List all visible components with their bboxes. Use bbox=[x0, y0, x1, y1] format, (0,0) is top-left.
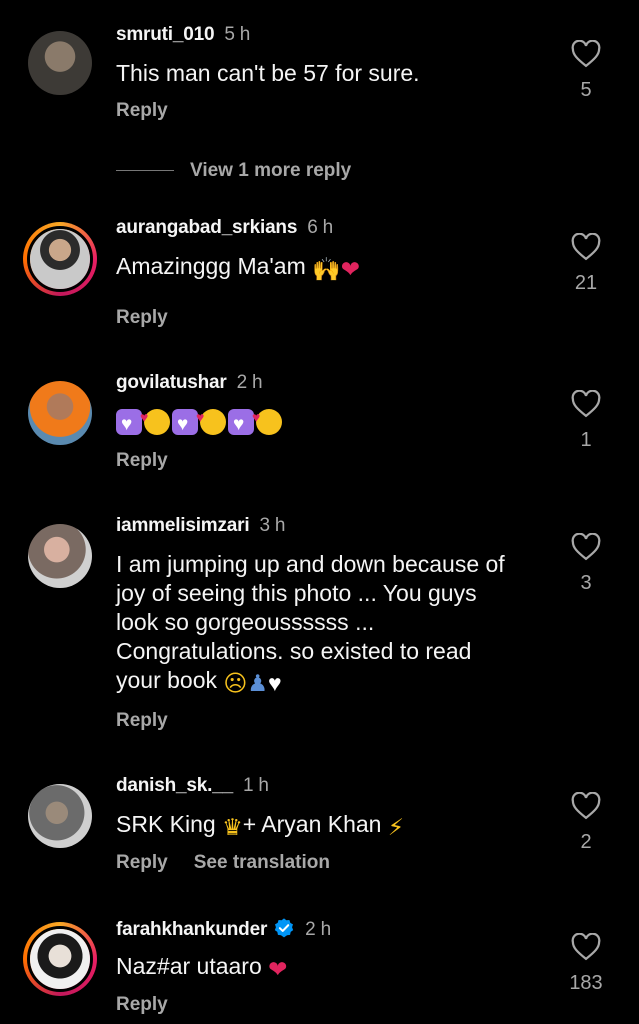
like-control[interactable]: 2 bbox=[562, 791, 610, 854]
like-control[interactable]: 183 bbox=[562, 932, 610, 995]
crown-icon: ♛ bbox=[222, 814, 243, 840]
timestamp: 2 h bbox=[236, 372, 263, 393]
like-count: 2 bbox=[580, 831, 592, 853]
reply-button[interactable]: Reply bbox=[116, 994, 168, 1015]
comment-actions: Reply bbox=[116, 994, 194, 1016]
like-count: 1 bbox=[580, 429, 592, 451]
username[interactable]: farahkhankunder bbox=[116, 919, 267, 940]
like-control[interactable]: 21 bbox=[562, 232, 610, 295]
timestamp: 3 h bbox=[259, 515, 286, 536]
timestamp: 6 h bbox=[307, 217, 334, 238]
red-heart-icon: ❤ bbox=[268, 956, 288, 982]
reply-button[interactable]: Reply bbox=[116, 307, 168, 328]
comment-text: This man can't be 57 for sure. bbox=[116, 60, 420, 86]
timestamp: 1 h bbox=[242, 775, 269, 796]
smiling-face-with-hearts-icon bbox=[252, 403, 282, 435]
like-control[interactable]: 1 bbox=[562, 389, 610, 452]
comment-text: I am jumping up and down because of joy … bbox=[116, 550, 516, 698]
comment-actions: Reply bbox=[116, 100, 194, 122]
purple-heart-icon bbox=[228, 409, 254, 439]
like-control[interactable]: 3 bbox=[562, 532, 610, 595]
comment-header: govilatushar 2 h bbox=[116, 372, 263, 394]
timestamp: 2 h bbox=[305, 919, 331, 940]
comment-text: Naz#ar utaaro ❤ bbox=[116, 952, 536, 984]
divider-line bbox=[116, 170, 174, 172]
comment-header: iammelisimzari 3 h bbox=[116, 515, 285, 537]
comment-text-part: + Aryan Khan bbox=[242, 811, 388, 837]
heart-outline-icon[interactable] bbox=[571, 39, 601, 68]
username[interactable]: iammelisimzari bbox=[116, 515, 250, 536]
comment-text bbox=[116, 403, 536, 439]
comment-header: danish_sk.__ 1 h bbox=[116, 775, 269, 797]
raised-hands-icon: 🙌 bbox=[312, 256, 341, 282]
purple-heart-icon bbox=[172, 409, 198, 439]
comment-header: farahkhankunder 2 h bbox=[116, 917, 331, 941]
heart-outline-icon[interactable] bbox=[571, 532, 601, 561]
comment-text-body: Naz#ar utaaro bbox=[116, 953, 262, 979]
comment-header: smruti_010 5 h bbox=[116, 24, 250, 46]
heart-outline-icon[interactable] bbox=[571, 791, 601, 820]
avatar[interactable] bbox=[28, 381, 92, 445]
white-heart-icon: ♥ bbox=[268, 670, 282, 696]
heart-outline-icon[interactable] bbox=[571, 389, 601, 418]
see-translation-button[interactable]: See translation bbox=[194, 852, 330, 873]
like-control[interactable]: 5 bbox=[562, 39, 610, 102]
comment-header: aurangabad_srkians 6 h bbox=[116, 217, 333, 239]
view-more-label[interactable]: View 1 more reply bbox=[190, 160, 351, 181]
reply-button[interactable]: Reply bbox=[116, 852, 168, 873]
username[interactable]: danish_sk.__ bbox=[116, 775, 233, 796]
reply-button[interactable]: Reply bbox=[116, 450, 168, 471]
people-hugging-icon: ♟ bbox=[247, 670, 269, 696]
avatar[interactable] bbox=[28, 784, 92, 848]
avatar[interactable] bbox=[28, 524, 92, 588]
username[interactable]: govilatushar bbox=[116, 372, 227, 393]
timestamp: 5 h bbox=[224, 24, 251, 45]
username[interactable]: smruti_010 bbox=[116, 24, 215, 45]
username[interactable]: aurangabad_srkians bbox=[116, 217, 297, 238]
like-count: 21 bbox=[574, 272, 598, 294]
purple-heart-icon bbox=[116, 409, 142, 439]
comment-actions: Reply See translation bbox=[116, 852, 356, 874]
pleading-face-icon: ☹ bbox=[223, 670, 248, 696]
like-count: 183 bbox=[569, 972, 603, 994]
like-count: 5 bbox=[580, 79, 592, 101]
comment-text-body: Amazinggg Ma'am bbox=[116, 253, 306, 279]
red-heart-icon: ❤ bbox=[340, 256, 361, 282]
comment-text: Amazinggg Ma'am 🙌❤ bbox=[116, 252, 536, 284]
verified-badge-icon bbox=[274, 918, 294, 938]
comment-actions: Reply bbox=[116, 710, 194, 732]
avatar-story-ring[interactable] bbox=[23, 222, 97, 296]
heart-outline-icon[interactable] bbox=[571, 232, 601, 261]
like-count: 3 bbox=[580, 572, 592, 594]
avatar-story-ring[interactable] bbox=[23, 922, 97, 996]
reply-button[interactable]: Reply bbox=[116, 100, 168, 121]
smiling-face-with-hearts-icon bbox=[140, 403, 170, 435]
comment-actions: Reply bbox=[116, 307, 194, 329]
heart-outline-icon[interactable] bbox=[571, 932, 601, 961]
comment-text-body: I am jumping up and down because of joy … bbox=[116, 551, 505, 693]
reply-button[interactable]: Reply bbox=[116, 710, 168, 731]
comment-text-part: SRK King bbox=[116, 811, 223, 837]
smiling-face-with-hearts-icon bbox=[196, 403, 226, 435]
view-more-replies-button[interactable]: View 1 more reply bbox=[116, 160, 351, 182]
comment-text: SRK King ♛+ Aryan Khan ⚡ bbox=[116, 810, 536, 842]
high-voltage-icon: ⚡ bbox=[387, 814, 405, 840]
avatar[interactable] bbox=[28, 31, 92, 95]
comment-actions: Reply bbox=[116, 450, 194, 472]
